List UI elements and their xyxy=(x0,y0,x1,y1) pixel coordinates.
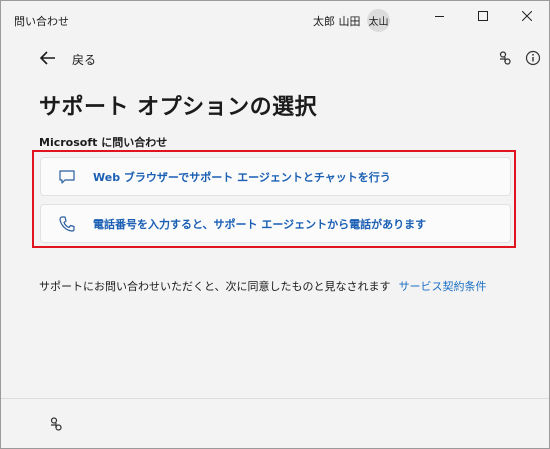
info-icon[interactable] xyxy=(525,50,541,66)
chat-icon xyxy=(59,170,75,184)
back-label[interactable]: 戻る xyxy=(72,51,96,68)
maximize-button[interactable] xyxy=(461,1,505,31)
window-title: 問い合わせ xyxy=(14,15,69,28)
close-button[interactable] xyxy=(505,1,549,31)
connect-icon[interactable] xyxy=(497,50,513,66)
title-bar: 問い合わせ 太郎 山田 太山 xyxy=(1,1,549,39)
user-name: 太郎 山田 xyxy=(313,15,361,28)
minimize-icon xyxy=(434,15,444,17)
close-icon xyxy=(522,11,532,21)
consent-text: サポートにお問い合わせいただくと、次に同意したものと見なされます xyxy=(39,280,391,293)
page-title: サポート オプションの選択 xyxy=(39,95,318,120)
back-arrow-icon xyxy=(40,51,55,65)
consent-text-row: サポートにお問い合わせいただくと、次に同意したものと見なされます サービス契約条件 xyxy=(39,278,487,294)
terms-link[interactable]: サービス契約条件 xyxy=(399,280,487,293)
avatar[interactable]: 太山 xyxy=(367,9,390,32)
app-window: 問い合わせ 太郎 山田 太山 戻る サポート オプションの選択 Microsof… xyxy=(0,0,550,449)
phone-option-label: 電話番号を入力すると、サポート エージェントから電話があります xyxy=(93,218,427,231)
chat-option-label: Web ブラウザーでサポート エージェントとチャットを行う xyxy=(93,171,391,184)
phone-icon xyxy=(59,216,75,232)
phone-option-button[interactable]: 電話番号を入力すると、サポート エージェントから電話があります xyxy=(40,204,511,243)
footer-divider xyxy=(1,398,549,399)
connect-icon[interactable] xyxy=(48,416,64,432)
back-button[interactable] xyxy=(39,49,57,67)
chat-option-button[interactable]: Web ブラウザーでサポート エージェントとチャットを行う xyxy=(40,157,511,196)
maximize-icon xyxy=(478,11,488,21)
minimize-button[interactable] xyxy=(417,1,461,31)
section-label: Microsoft に問い合わせ xyxy=(39,136,168,149)
